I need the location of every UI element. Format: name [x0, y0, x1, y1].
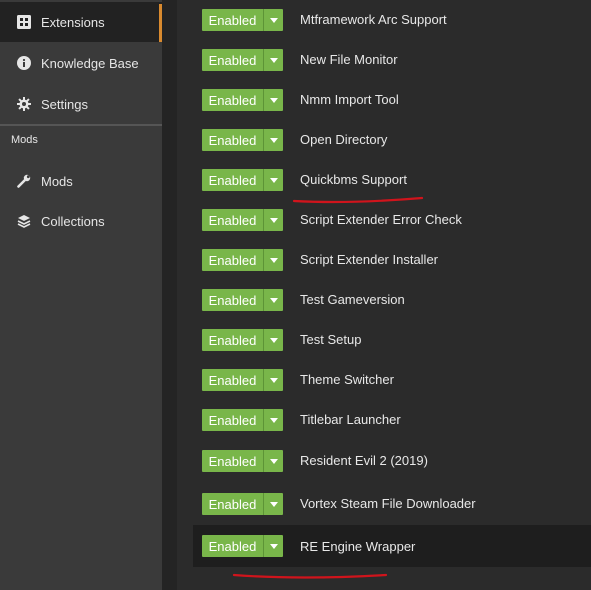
- enabled-dropdown[interactable]: Enabled: [202, 49, 283, 71]
- wrench-icon: [17, 174, 31, 188]
- extension-name: Nmm Import Tool: [300, 91, 399, 107]
- sidebar-item-mods[interactable]: Mods: [0, 161, 162, 201]
- sidebar-item-extensions[interactable]: Extensions: [0, 2, 162, 42]
- enabled-dropdown[interactable]: Enabled: [202, 289, 283, 311]
- enabled-dropdown-label: Enabled: [208, 372, 257, 388]
- chevron-down-icon[interactable]: [264, 49, 283, 71]
- extension-name: Vortex Steam File Downloader: [300, 495, 476, 511]
- sidebar-item-collections[interactable]: Collections: [0, 201, 162, 241]
- enabled-dropdown-label: Enabled: [208, 332, 257, 348]
- enabled-dropdown[interactable]: Enabled: [202, 450, 283, 472]
- sidebar-item-label: Knowledge Base: [41, 55, 139, 71]
- extension-name: Titlebar Launcher: [300, 411, 401, 427]
- extension-row: Enabled RE Engine Wrapper: [193, 525, 591, 567]
- enabled-dropdown-label: Enabled: [208, 292, 257, 308]
- enabled-dropdown-label: Enabled: [208, 12, 257, 28]
- enabled-dropdown-label: Enabled: [208, 412, 257, 428]
- chevron-down-icon[interactable]: [264, 329, 283, 351]
- info-icon: [17, 56, 31, 70]
- enabled-dropdown[interactable]: Enabled: [202, 129, 283, 151]
- chevron-down-icon[interactable]: [264, 209, 283, 231]
- extension-name: Theme Switcher: [300, 371, 394, 387]
- chevron-down-icon[interactable]: [264, 493, 283, 515]
- extension-row: Enabled New File Monitor: [193, 39, 591, 79]
- enabled-dropdown[interactable]: Enabled: [202, 493, 283, 515]
- extension-name: RE Engine Wrapper: [300, 538, 416, 554]
- extension-name: New File Monitor: [300, 51, 398, 67]
- enabled-dropdown-label: Enabled: [208, 496, 257, 512]
- layers-icon: [17, 214, 31, 228]
- chevron-down-icon[interactable]: [264, 289, 283, 311]
- sidebar-item-settings[interactable]: Settings: [0, 84, 162, 124]
- chevron-down-icon[interactable]: [264, 169, 283, 191]
- extension-row: Enabled Mtframework Arc Support: [193, 0, 591, 39]
- sidebar-item-label: Settings: [41, 96, 88, 112]
- extension-row: Enabled Test Setup: [193, 319, 591, 359]
- extension-name: Test Setup: [300, 331, 362, 347]
- annotation-underline-re-engine: [232, 573, 388, 579]
- chevron-down-icon[interactable]: [264, 129, 283, 151]
- extension-row: Enabled Theme Switcher: [193, 359, 591, 399]
- sidebar-item-label: Extensions: [41, 14, 105, 30]
- chevron-down-icon[interactable]: [264, 9, 283, 31]
- enabled-dropdown-label: Enabled: [208, 252, 257, 268]
- gear-icon: [17, 97, 31, 111]
- enabled-dropdown[interactable]: Enabled: [202, 329, 283, 351]
- extension-row: Enabled Resident Evil 2 (2019): [193, 440, 591, 480]
- extension-row: Enabled Open Directory: [193, 119, 591, 159]
- chevron-down-icon[interactable]: [264, 369, 283, 391]
- extension-row: Enabled Nmm Import Tool: [193, 79, 591, 119]
- enabled-dropdown[interactable]: Enabled: [202, 409, 283, 431]
- sidebar-item-label: Collections: [41, 213, 105, 229]
- chevron-down-icon[interactable]: [264, 535, 283, 557]
- enabled-dropdown-label: Enabled: [208, 52, 257, 68]
- enabled-dropdown-label: Enabled: [208, 453, 257, 469]
- section-divider: [0, 124, 162, 126]
- extension-row: Enabled Test Gameversion: [193, 279, 591, 319]
- extension-name: Test Gameversion: [300, 291, 405, 307]
- enabled-dropdown-label: Enabled: [208, 132, 257, 148]
- sidebar-item-label: Mods: [41, 173, 73, 189]
- chevron-down-icon[interactable]: [264, 409, 283, 431]
- enabled-dropdown[interactable]: Enabled: [202, 169, 283, 191]
- enabled-dropdown-label: Enabled: [208, 212, 257, 228]
- enabled-dropdown[interactable]: Enabled: [202, 249, 283, 271]
- enabled-dropdown[interactable]: Enabled: [202, 535, 283, 557]
- enabled-dropdown-label: Enabled: [208, 92, 257, 108]
- enabled-dropdown[interactable]: Enabled: [202, 209, 283, 231]
- enabled-dropdown-label: Enabled: [208, 172, 257, 188]
- section-title-mods: Mods: [11, 134, 38, 146]
- extensions-icon: [17, 15, 31, 29]
- extension-row: Enabled Script Extender Installer: [193, 239, 591, 279]
- annotation-underline-quickbms: [292, 196, 424, 204]
- sidebar: Extensions Knowledge Base Settings Mods …: [0, 0, 162, 590]
- enabled-dropdown-label: Enabled: [208, 538, 257, 554]
- chevron-down-icon[interactable]: [264, 450, 283, 472]
- extension-name: Script Extender Installer: [300, 251, 439, 267]
- sidebar-gutter: [162, 0, 177, 590]
- sidebar-item-knowledge-base[interactable]: Knowledge Base: [0, 43, 162, 83]
- enabled-dropdown[interactable]: Enabled: [202, 89, 283, 111]
- extension-row: Enabled Vortex Steam File Downloader: [193, 483, 591, 523]
- extension-row: Enabled Titlebar Launcher: [193, 399, 591, 439]
- chevron-down-icon[interactable]: [264, 89, 283, 111]
- enabled-dropdown[interactable]: Enabled: [202, 9, 283, 31]
- enabled-dropdown[interactable]: Enabled: [202, 369, 283, 391]
- extension-name: Open Directory: [300, 131, 388, 147]
- chevron-down-icon[interactable]: [264, 249, 283, 271]
- extension-name: Resident Evil 2 (2019): [300, 452, 428, 468]
- extension-row: Enabled Quickbms Support: [193, 159, 591, 199]
- extension-name: Quickbms Support: [300, 171, 407, 187]
- extension-name: Mtframework Arc Support: [300, 11, 447, 27]
